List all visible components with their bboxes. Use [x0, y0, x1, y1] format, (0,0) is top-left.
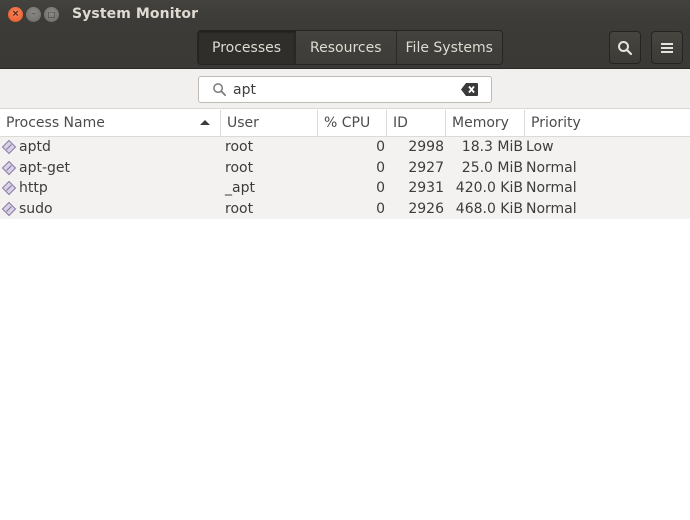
table-row[interactable]: apt-get root 0 2927 25.0 MiB Normal: [0, 158, 690, 179]
column-header-user[interactable]: User: [221, 110, 318, 136]
table-body: aptd root 0 2998 18.3 MiB Low apt-get ro…: [0, 137, 690, 219]
tab-processes[interactable]: Processes: [198, 31, 297, 64]
table-row[interactable]: sudo root 0 2926 468.0 KiB Normal: [0, 199, 690, 220]
view-switcher: Processes Resources File Systems: [197, 30, 503, 65]
process-id: 2926: [408, 200, 444, 217]
process-icon: [1, 160, 17, 175]
search-icon: [211, 82, 227, 98]
process-icon: [1, 181, 17, 196]
process-id: 2998: [408, 139, 444, 156]
clear-backspace-icon[interactable]: [461, 83, 478, 96]
header-bar: × – □ System Monitor Processes Resources…: [0, 0, 690, 69]
minimize-window-button[interactable]: –: [26, 7, 41, 22]
process-name: http: [19, 180, 48, 197]
process-table: Process Name User % CPU ID Memory Priori…: [0, 110, 690, 219]
process-cpu: 0: [376, 159, 385, 176]
process-name: sudo: [19, 200, 53, 217]
window-controls: × – □: [8, 7, 59, 22]
table-row[interactable]: http _apt 0 2931 420.0 KiB Normal: [0, 178, 690, 199]
process-user: _apt: [225, 180, 255, 197]
hamburger-menu-icon: [661, 42, 673, 53]
process-memory: 468.0 KiB: [455, 200, 523, 217]
process-priority: Normal: [526, 180, 577, 197]
close-icon: ×: [11, 9, 20, 19]
search-toggle-button[interactable]: [609, 31, 641, 64]
process-name: apt-get: [19, 159, 70, 176]
table-header: Process Name User % CPU ID Memory Priori…: [0, 110, 690, 137]
process-user: root: [225, 159, 254, 176]
process-name: aptd: [19, 139, 51, 156]
tab-resources[interactable]: Resources: [296, 31, 397, 64]
process-priority: Low: [526, 139, 554, 156]
system-monitor-window: × – □ System Monitor Processes Resources…: [0, 0, 690, 520]
process-memory: 25.0 MiB: [461, 159, 523, 176]
column-header-process-name[interactable]: Process Name: [0, 110, 221, 136]
column-header-id[interactable]: ID: [387, 110, 446, 136]
search-bar: [0, 69, 690, 109]
search-icon: [618, 40, 633, 55]
process-memory: 420.0 KiB: [455, 180, 523, 197]
window-title: System Monitor: [72, 6, 199, 22]
process-id: 2931: [408, 180, 444, 197]
maximize-window-button[interactable]: □: [44, 7, 59, 22]
process-cpu: 0: [376, 200, 385, 217]
search-entry[interactable]: [198, 76, 492, 103]
process-memory: 18.3 MiB: [461, 139, 523, 156]
process-priority: Normal: [526, 159, 577, 176]
process-user: root: [225, 139, 254, 156]
process-id: 2927: [408, 159, 444, 176]
tab-file-systems[interactable]: File Systems: [396, 31, 502, 64]
menu-button[interactable]: [651, 31, 683, 64]
process-icon: [1, 140, 17, 155]
process-icon: [1, 201, 17, 216]
column-header-memory[interactable]: Memory: [446, 110, 525, 136]
process-cpu: 0: [376, 139, 385, 156]
process-user: root: [225, 200, 254, 217]
process-priority: Normal: [526, 200, 577, 217]
table-row[interactable]: aptd root 0 2998 18.3 MiB Low: [0, 137, 690, 158]
minimize-icon: –: [31, 9, 36, 19]
close-window-button[interactable]: ×: [8, 7, 23, 22]
column-header-priority[interactable]: Priority: [525, 110, 690, 136]
column-header-cpu[interactable]: % CPU: [318, 110, 387, 136]
sort-ascending-icon: [200, 120, 210, 125]
maximize-icon: □: [47, 9, 56, 19]
search-input[interactable]: [233, 81, 453, 98]
process-cpu: 0: [376, 180, 385, 197]
